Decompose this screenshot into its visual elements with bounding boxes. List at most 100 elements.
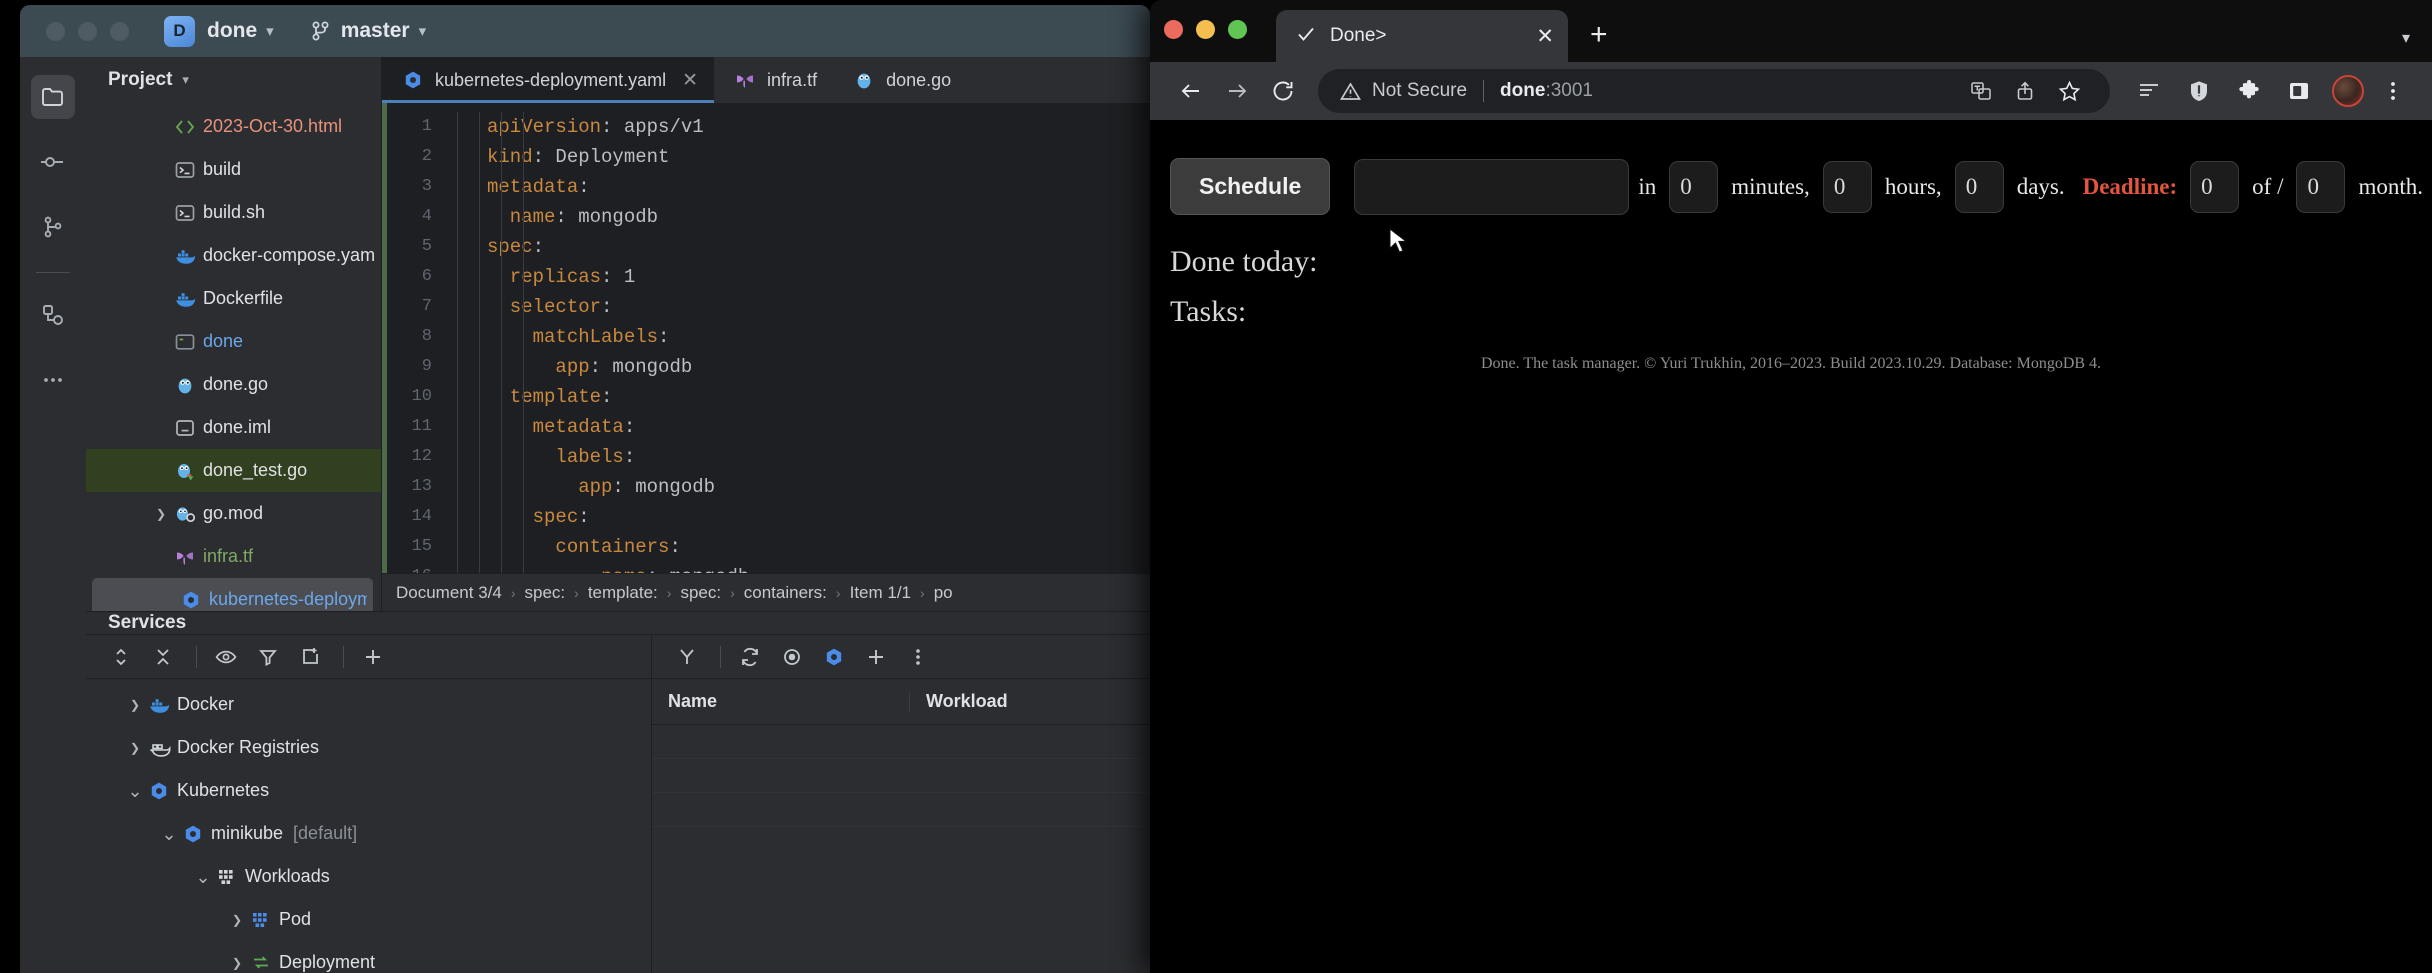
project-panel-header[interactable]: Project ▾ (86, 57, 381, 103)
branch-icon[interactable] (668, 640, 706, 674)
chevron-down-icon[interactable]: ▾ (2402, 28, 2410, 48)
table-row[interactable] (652, 759, 1150, 793)
forward-arrow-icon[interactable] (1214, 68, 1260, 114)
chevron-right-icon[interactable]: ❯ (124, 698, 146, 712)
days-input[interactable]: 0 (1955, 161, 2004, 213)
chevron-right-icon[interactable]: ❯ (150, 507, 172, 521)
project-name-label[interactable]: done (207, 19, 257, 43)
translate-icon[interactable] (1962, 72, 2000, 110)
chevron-right-icon[interactable]: ❯ (226, 956, 248, 970)
kubernetes-icon[interactable] (815, 640, 853, 674)
breadcrumb[interactable]: Document 3/4›spec:›template:›spec:›conta… (382, 573, 1150, 611)
services-tree-item[interactable]: ❯Deployment (86, 941, 651, 973)
collapse-all-icon[interactable] (144, 640, 182, 674)
project-tree-item[interactable]: build.sh (86, 191, 381, 234)
rail-commit-button[interactable] (31, 140, 75, 184)
filter-icon[interactable] (249, 640, 287, 674)
services-table-body[interactable] (652, 725, 1150, 973)
not-secure-warning[interactable]: Not Secure (1340, 80, 1467, 102)
services-tree-item[interactable]: ❯Pod (86, 898, 651, 941)
reading-list-icon[interactable] (2128, 70, 2170, 112)
browser-minimize-button[interactable] (1196, 20, 1215, 39)
chevron-down-icon[interactable]: ⌄ (124, 786, 146, 796)
window-close-button[interactable] (46, 22, 65, 41)
chevron-right-icon[interactable]: ❯ (226, 913, 248, 927)
rail-pullrequests-button[interactable] (31, 205, 75, 249)
breadcrumb-item[interactable]: template: (588, 583, 658, 603)
project-tree-item[interactable]: done.iml (86, 406, 381, 449)
rail-structure-button[interactable] (31, 293, 75, 337)
editor-tab[interactable]: infra.tf (714, 57, 833, 103)
project-tree-item[interactable]: done_test.go (86, 449, 381, 492)
hours-input[interactable]: 0 (1823, 161, 1872, 213)
new-window-icon[interactable] (291, 640, 329, 674)
task-text-input[interactable] (1354, 159, 1629, 215)
back-arrow-icon[interactable] (1168, 68, 1214, 114)
add-icon[interactable] (857, 640, 895, 674)
project-tree-item[interactable]: kubernetes-deployment.yaml (92, 578, 373, 611)
eye-icon[interactable] (207, 640, 245, 674)
rail-project-button[interactable] (31, 75, 75, 119)
close-icon[interactable]: ✕ (1536, 24, 1554, 49)
url-text[interactable]: done:3001 (1500, 80, 1593, 102)
chevron-down-icon[interactable]: ⌄ (192, 872, 214, 882)
bookmark-star-icon[interactable] (2050, 72, 2088, 110)
project-tree-item[interactable]: infra.tf (86, 535, 381, 578)
chrome-menu-icon[interactable] (2372, 70, 2414, 112)
project-tree-item[interactable]: ❯go.mod (86, 492, 381, 535)
browser-maximize-button[interactable] (1228, 20, 1247, 39)
project-file-tree[interactable]: 2023-Oct-30.htmlbuildbuild.shdocker-comp… (86, 103, 381, 611)
reload-icon[interactable] (1260, 68, 1306, 114)
editor-tab[interactable]: kubernetes-deployment.yaml✕ (382, 57, 714, 103)
services-tree-item[interactable]: ❯Docker (86, 683, 651, 726)
add-icon[interactable] (354, 640, 392, 674)
table-row[interactable] (652, 725, 1150, 759)
git-branch-label[interactable]: master (341, 19, 410, 43)
chevron-down-icon[interactable]: ▾ (182, 72, 189, 88)
breadcrumb-item[interactable]: spec: (680, 583, 721, 603)
close-icon[interactable]: ✕ (682, 69, 698, 92)
services-tree-item[interactable]: ⌄Kubernetes (86, 769, 651, 812)
extensions-puzzle-icon[interactable] (2228, 70, 2270, 112)
services-left-toolbar[interactable] (86, 635, 651, 679)
code-content[interactable]: apiVersion: apps/v1kind: Deploymentmetad… (443, 103, 1150, 573)
expand-collapse-icon[interactable] (102, 640, 140, 674)
services-header[interactable]: Services (86, 612, 1150, 634)
project-tree-item[interactable]: docker-compose.yaml (86, 234, 381, 277)
more-icon[interactable] (899, 640, 937, 674)
breadcrumb-item[interactable]: Document 3/4 (396, 583, 502, 603)
address-bar[interactable]: Not Secure done:3001 (1318, 69, 2110, 113)
chevron-down-icon[interactable]: ▾ (266, 22, 274, 40)
column-header-name[interactable]: Name (652, 691, 910, 712)
project-tree-item[interactable]: done (86, 320, 381, 363)
breadcrumb-item[interactable]: containers: (744, 583, 827, 603)
new-tab-button[interactable]: + (1590, 18, 1608, 52)
refresh-icon[interactable] (731, 640, 769, 674)
side-panel-icon[interactable] (2278, 70, 2320, 112)
chevron-right-icon[interactable]: ❯ (124, 741, 146, 755)
editor-tab-bar[interactable]: kubernetes-deployment.yaml✕infra.tfdone.… (382, 57, 1150, 103)
window-maximize-button[interactable] (110, 22, 129, 41)
window-minimize-button[interactable] (78, 22, 97, 41)
breadcrumb-item[interactable]: Item 1/1 (850, 583, 911, 603)
target-icon[interactable] (773, 640, 811, 674)
project-tree-item[interactable]: Dockerfile (86, 277, 381, 320)
editor-tab[interactable]: done.go (833, 57, 967, 103)
chevron-down-icon[interactable]: ⌄ (158, 829, 180, 839)
project-tree-item[interactable]: 2023-Oct-30.html (86, 105, 381, 148)
shield-icon[interactable] (2178, 70, 2220, 112)
profile-avatar[interactable] (2332, 75, 2364, 107)
services-tree[interactable]: ❯Docker❯Docker Registries⌄Kubernetes⌄min… (86, 679, 651, 973)
share-icon[interactable] (2006, 72, 2044, 110)
services-right-toolbar[interactable] (652, 635, 1150, 679)
project-tree-item[interactable]: done.go (86, 363, 381, 406)
services-tree-item[interactable]: ⌄Workloads (86, 855, 651, 898)
schedule-button[interactable]: Schedule (1170, 158, 1330, 215)
breadcrumb-item[interactable]: spec: (525, 583, 566, 603)
table-row[interactable] (652, 793, 1150, 827)
browser-tab[interactable]: Done> ✕ (1276, 10, 1568, 62)
deadline-day-input[interactable]: 0 (2190, 161, 2239, 213)
rail-more-button[interactable] (31, 358, 75, 402)
services-tree-item[interactable]: ⌄minikube[default] (86, 812, 651, 855)
column-header-workload[interactable]: Workload (910, 691, 1008, 712)
